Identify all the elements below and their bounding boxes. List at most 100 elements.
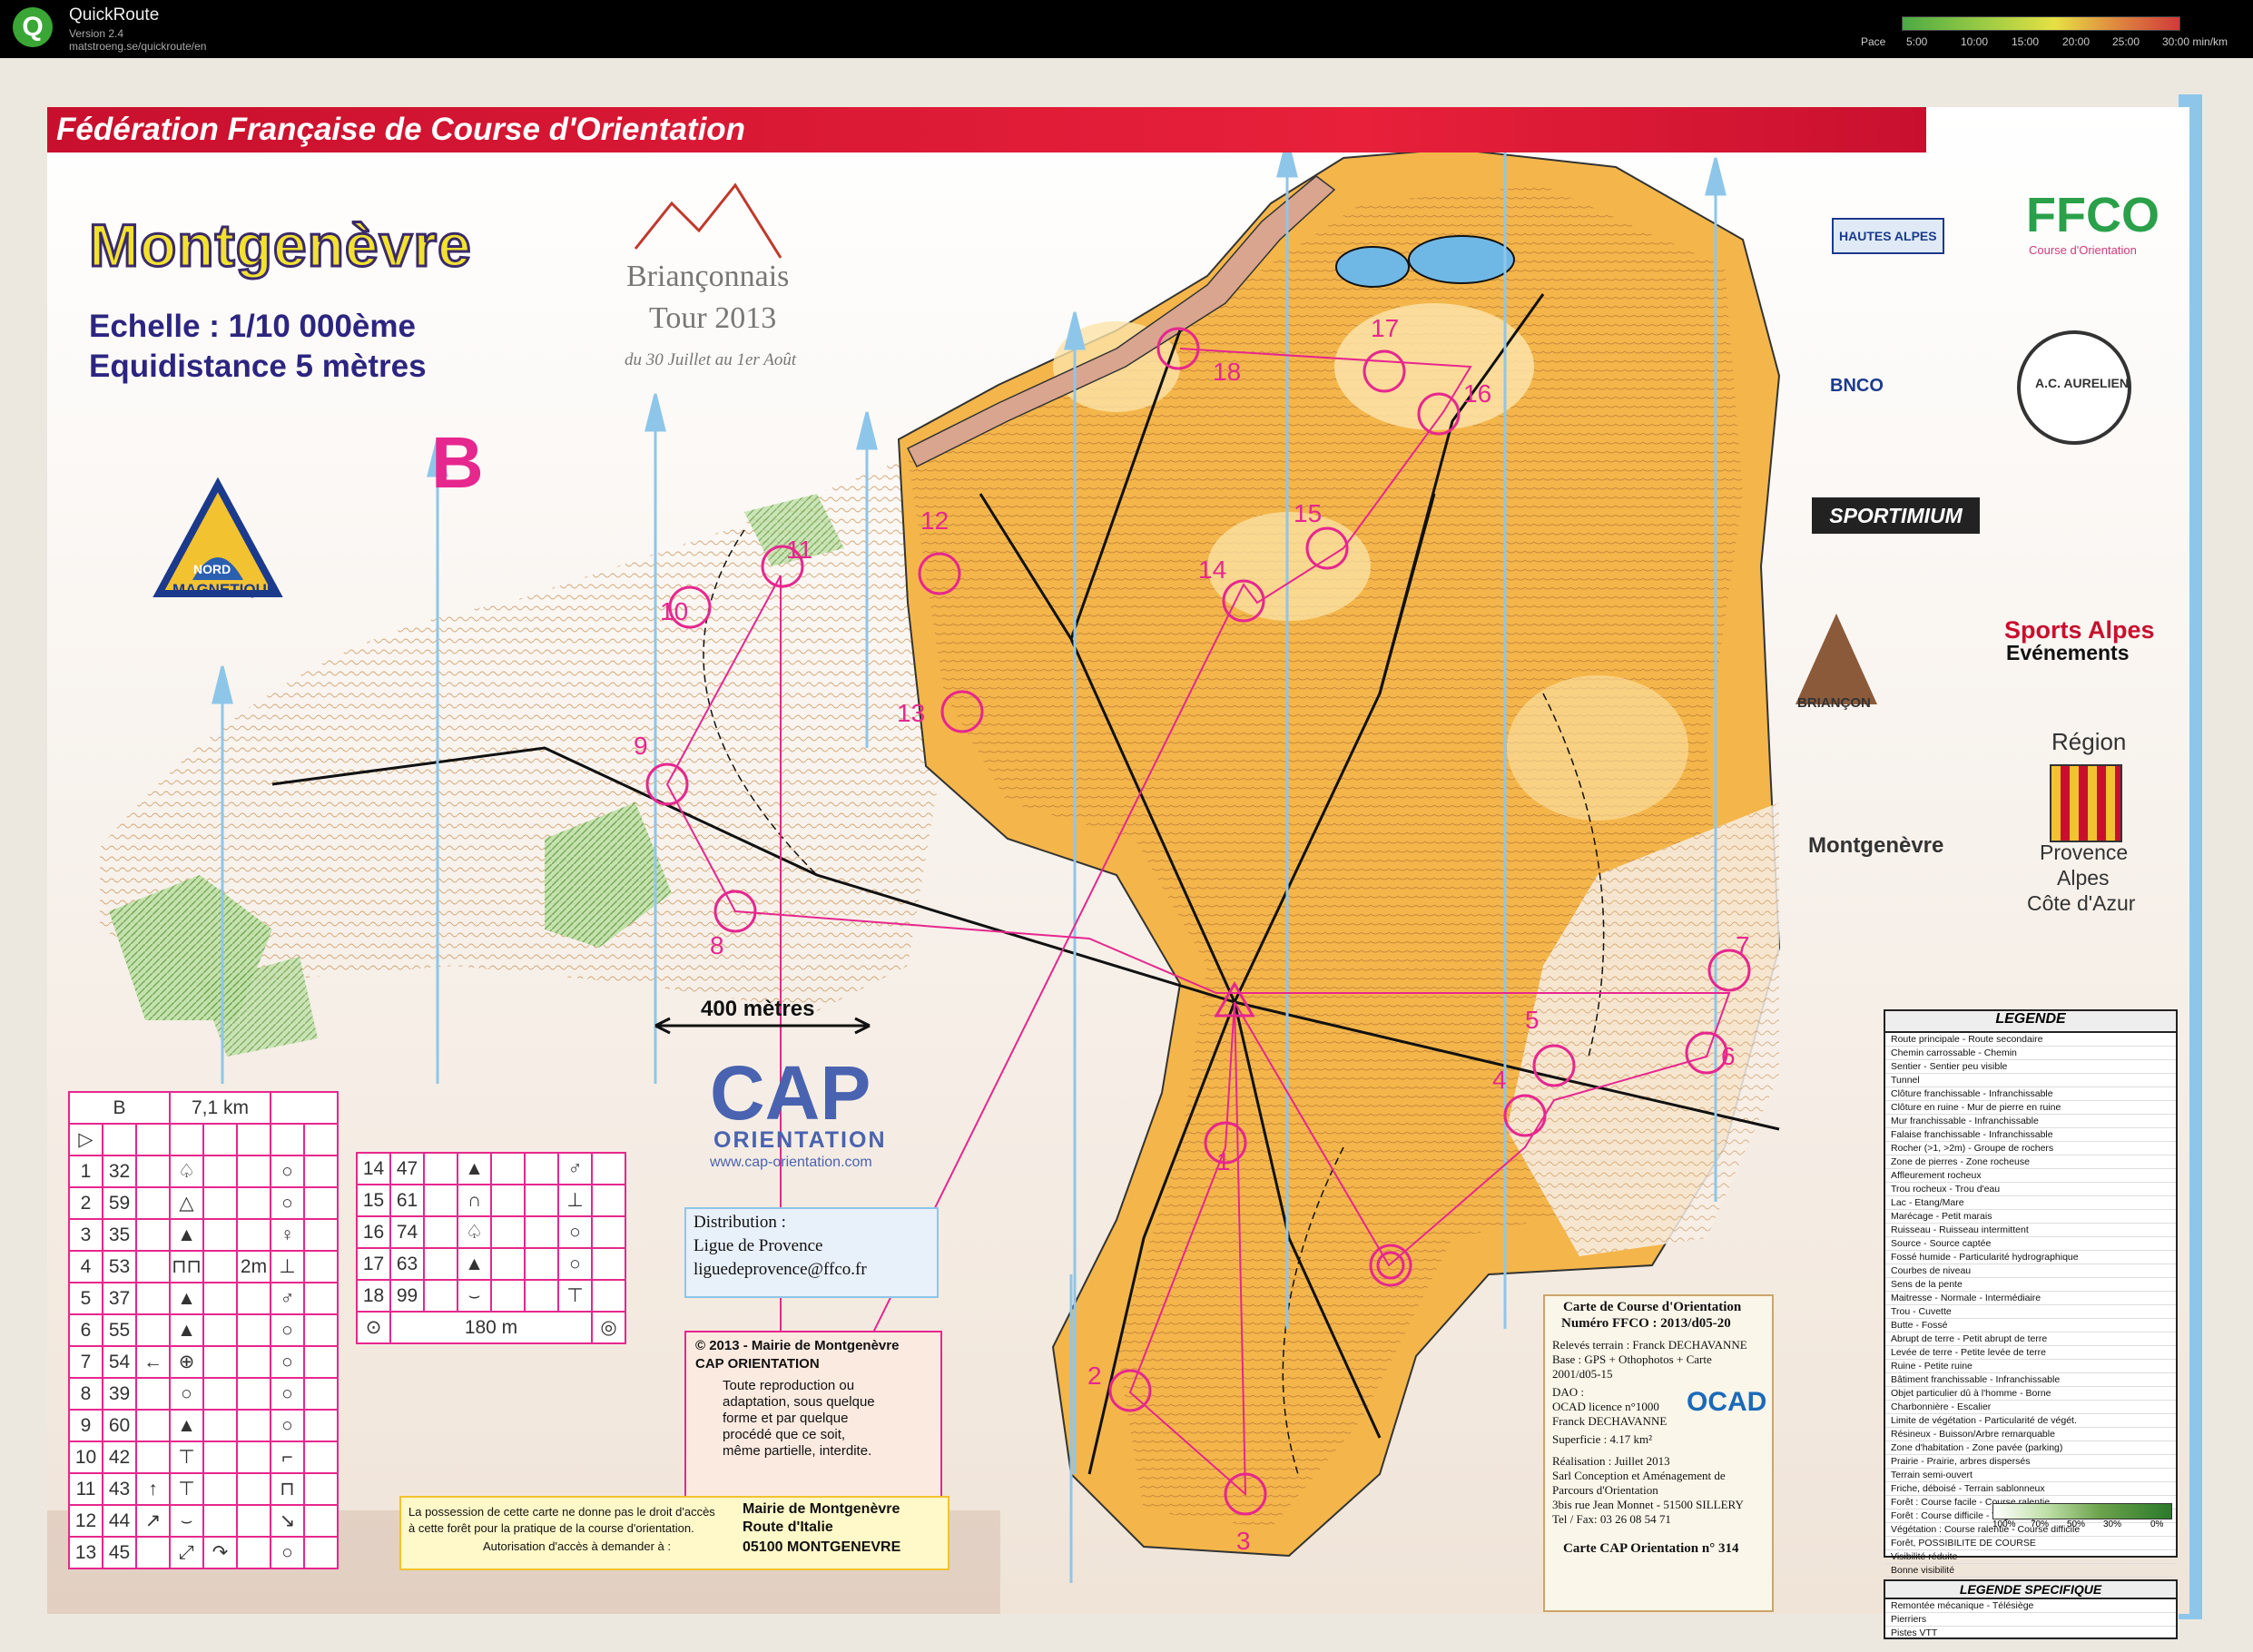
cd-control-number: 6	[68, 1313, 103, 1347]
mapcard-company2: Parcours d'Orientation	[1552, 1483, 1658, 1497]
cd-feature-icon: ♤	[169, 1155, 204, 1188]
cd-control-number: 2	[68, 1186, 103, 1220]
cd-feature-icon: ▲	[457, 1247, 492, 1281]
cd-empty	[591, 1184, 626, 1217]
copyright-line5: forme et par quelque	[723, 1411, 849, 1426]
mapcard-number: Numéro FFCO : 2013/d05-20	[1561, 1316, 1731, 1331]
cd-feature-icon	[202, 1155, 238, 1188]
scale-bar-label: 400 mètres	[701, 997, 815, 1021]
map-equidistance: Equidistance 5 mètres	[89, 349, 427, 384]
cd-feature-icon: ⤢	[169, 1536, 204, 1569]
cd-location-icon: ○	[270, 1345, 305, 1379]
pace-tick: 25:00	[2112, 35, 2140, 48]
cd-feature-icon: ∩	[457, 1184, 492, 1217]
cd-empty	[202, 1123, 238, 1156]
control-description-table-left: B 7,1 km ▷ 1 32 ♤ ○ 2 59 △ ○ 3 35 ▲ ♀ 4 53 ⊓⊓ 2m ⊥ 5 37 ▲ ♂ 6…	[68, 1091, 339, 1569]
cd-feature-icon	[423, 1215, 458, 1249]
cd-control-code: 45	[102, 1536, 137, 1569]
north-label-2: MAGNETIQUE	[172, 581, 278, 598]
cd-row: 10 42 ⊤ ⌐	[68, 1441, 339, 1474]
control-label: 9	[634, 732, 648, 760]
mapcard-tel: Tel / Fax: 03 26 08 54 71	[1552, 1512, 1671, 1526]
legend-row: Maitresse - Normale - Intermédiaire	[1885, 1292, 2176, 1305]
cd-row: 16 74 ♤ ○	[356, 1215, 626, 1249]
cd-control-code: 61	[389, 1184, 425, 1217]
legend-row: Abrupt de terre - Petit abrupt de terre	[1885, 1332, 2176, 1346]
ffco-subtitle: Course d'Orientation	[2029, 243, 2137, 257]
cd-control-number: 11	[68, 1472, 103, 1506]
map-canvas[interactable]: Fédération Française de Course d'Orienta…	[0, 58, 2253, 1652]
ffco-logo: FFCO	[2026, 188, 2160, 242]
cd-control-code: 47	[389, 1152, 425, 1185]
visibility-scale	[1992, 1503, 2172, 1519]
cd-dimension	[236, 1313, 271, 1347]
control-description-table-right: 14 47 ▲ ♂ 15 61 ∩ ⊥ 16 74 ♤ ○ 17 63 ▲ ○ 18 99 ⌣ ⊤ ⊙ 180 m ◎	[356, 1152, 626, 1344]
app-name: QuickRoute	[69, 5, 160, 25]
cd-feature-icon	[423, 1152, 458, 1185]
distribution-email: liguedeprovence@ffco.fr	[694, 1260, 867, 1279]
cd-control-number: 13	[68, 1536, 103, 1569]
legend-row: Marécage - Petit marais	[1885, 1210, 2176, 1224]
cd-row: 2 59 △ ○	[68, 1186, 339, 1220]
copyright-line7: même partielle, interdite.	[723, 1443, 872, 1459]
cd-row: 8 39 ○ ○	[68, 1377, 339, 1411]
cd-row: 6 55 ▲ ○	[68, 1313, 339, 1347]
cd-row: 3 35 ▲ ♀	[68, 1218, 339, 1252]
legend-specific-row: Pierriers	[1885, 1613, 2176, 1627]
cd-empty	[303, 1377, 339, 1411]
cd-empty	[270, 1091, 339, 1125]
pace-label: Pace	[1861, 35, 1886, 48]
legend-row: Tunnel	[1885, 1074, 2176, 1087]
cd-control-number: 16	[356, 1215, 391, 1249]
cd-location-icon: ⊤	[557, 1279, 593, 1313]
cd-feature-icon: ⊓⊓	[169, 1250, 204, 1283]
cd-control-code: 99	[389, 1279, 425, 1313]
region-line2: Alpes	[2057, 866, 2110, 890]
cd-empty	[303, 1218, 339, 1252]
pace-tick: 15:00	[2012, 35, 2040, 48]
mapcard-base2: 2001/d05-15	[1552, 1367, 1613, 1381]
cd-location-icon: ○	[557, 1247, 593, 1281]
cd-dimension	[236, 1282, 271, 1315]
app-titlebar: Q QuickRoute Version 2.4 matstroeng.se/q…	[0, 0, 2253, 58]
cd-control-number: 5	[68, 1282, 103, 1315]
legend-row: Butte - Fossé	[1885, 1319, 2176, 1332]
cd-feature-icon: ↗	[135, 1504, 171, 1538]
cd-control-number: 4	[68, 1250, 103, 1283]
cd-control-number: 3	[68, 1218, 103, 1252]
app-url[interactable]: matstroeng.se/quickroute/en	[69, 40, 206, 53]
cd-feature-icon	[135, 1282, 171, 1315]
access-text1: La possession de cette carte ne donne pa…	[408, 1505, 715, 1519]
sportimium-logo: SPORTIMIUM	[1812, 497, 1980, 534]
cd-feature-icon	[490, 1184, 526, 1217]
cd-dimension	[524, 1215, 559, 1249]
cd-dimension	[236, 1218, 271, 1252]
pace-tick: 10:00	[1961, 35, 1989, 48]
ac-aurelien-label: A.C. AURELIEN	[2035, 376, 2129, 390]
legend-row: Sens de la pente	[1885, 1278, 2176, 1292]
cd-feature-icon	[135, 1186, 171, 1220]
cd-control-number: 17	[356, 1247, 391, 1281]
cap-url: www.cap-orientation.com	[710, 1155, 872, 1170]
north-label-1: NORD	[193, 562, 231, 576]
montgenevre-logo: Montgenèvre	[1808, 833, 1944, 858]
cd-empty	[303, 1472, 339, 1506]
cd-location-icon: ○	[270, 1313, 305, 1347]
cd-location-icon: ⊥	[270, 1250, 305, 1283]
cd-location-icon: ⊥	[557, 1184, 593, 1217]
cd-feature-icon	[202, 1504, 238, 1538]
cd-location-icon: ↘	[270, 1504, 305, 1538]
distribution-line1: Ligue de Provence	[694, 1236, 823, 1255]
cd-control-code: 63	[389, 1247, 425, 1281]
cd-control-code: 37	[102, 1282, 137, 1315]
region-title: Région	[2051, 728, 2127, 755]
legend-row: Sentier - Sentier peu visible	[1885, 1060, 2176, 1074]
legend-row: Ruine - Petite ruine	[1885, 1360, 2176, 1373]
cd-row: 9 60 ▲ ○	[68, 1409, 339, 1442]
cd-feature-icon	[202, 1409, 238, 1442]
mapcard-realisation: Réalisation : Juillet 2013	[1552, 1454, 1670, 1468]
control-label: 10	[660, 597, 689, 625]
cd-feature-icon	[135, 1313, 171, 1347]
cd-location-icon: ⊓	[270, 1472, 305, 1506]
visibility-pct: 70%	[2031, 1519, 2050, 1529]
